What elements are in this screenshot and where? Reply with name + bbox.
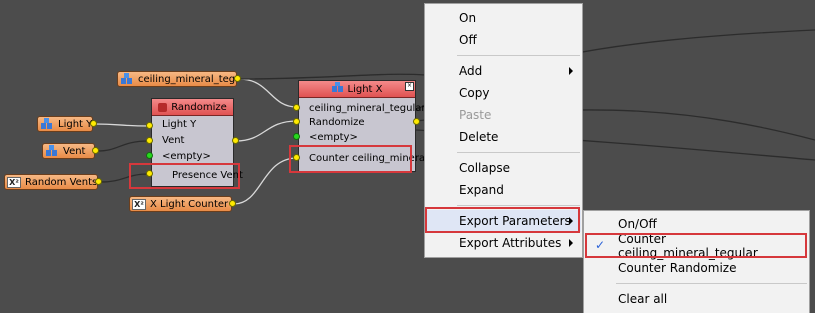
pill-label: ceiling_mineral_teg [138,73,236,85]
menu-item-label: Clear all [618,292,668,306]
export-parameters-submenu: On/Off ✓ Counter ceiling_mineral_tegular … [583,210,810,313]
port-label: ceiling_mineral_tegular [309,103,426,114]
menu-item-add[interactable]: Add [426,60,581,82]
menu-item-label: On [459,11,477,25]
input-port-empty[interactable] [146,152,153,159]
output-port[interactable] [92,147,99,154]
submenu-arrow-icon [569,239,573,247]
highlight-box [129,163,240,189]
pill-label: Random Vents [25,176,98,188]
node-header[interactable]: Randomize [152,99,233,116]
port-label: Randomize [309,117,365,128]
menu-separator [457,152,580,153]
menu-item-label: Counter Randomize [618,261,737,275]
menu-separator [457,205,580,206]
highlight-box [585,233,807,258]
highlight-box [425,207,580,233]
dice-icon [158,102,168,112]
parameter-pill-light-y[interactable]: Light Y [37,116,93,132]
highlight-box [289,145,412,173]
submenu-item-clear-all[interactable]: Clear all [585,288,808,310]
menu-item-export-attributes[interactable]: Export Attributes [426,232,581,254]
node-header[interactable]: Light X [299,81,415,98]
port-label: <empty> [162,151,211,162]
pill-label: Vent [63,145,86,157]
blocks-icon [45,145,59,157]
menu-item-label: On/Off [618,217,657,231]
x2-icon: X² [7,176,21,188]
menu-item-off[interactable]: Off [426,29,581,51]
menu-item-collapse[interactable]: Collapse [426,157,581,179]
menu-item-label: Copy [459,86,490,100]
menu-item-label: Delete [459,130,499,144]
menu-item-label: Expand [459,183,504,197]
menu-item-label: Collapse [459,161,510,175]
input-port[interactable] [146,137,153,144]
input-port[interactable] [146,122,153,129]
output-port[interactable] [95,178,102,185]
menu-item-label: Export Attributes [459,236,562,250]
menu-item-label: Paste [459,108,492,122]
node-title: Randomize [171,101,227,113]
port-label: Vent [162,135,185,146]
blocks-icon [120,73,134,85]
parameter-pill-random-vents[interactable]: X² Random Vents [4,174,98,190]
menu-item-copy[interactable]: Copy [426,82,581,104]
blocks-icon [40,118,54,130]
blocks-icon [331,82,344,96]
output-port[interactable] [232,137,239,144]
menu-item-on[interactable]: On [426,7,581,29]
menu-separator [457,55,580,56]
port-label: <empty> [309,132,358,143]
parameter-pill-vent[interactable]: Vent [42,143,95,159]
menu-separator [616,283,807,284]
output-port[interactable] [229,200,236,207]
menu-item-expand[interactable]: Expand [426,179,581,201]
menu-item-label: Off [459,33,477,47]
node-title: Light X [347,83,383,95]
parameter-pill-ceiling[interactable]: ceiling_mineral_teg [117,71,237,87]
submenu-arrow-icon [569,67,573,75]
output-port[interactable] [234,75,241,82]
output-port[interactable] [413,118,420,125]
menu-item-label: Add [459,64,483,78]
input-port-empty[interactable] [293,133,300,140]
input-port[interactable] [293,118,300,125]
port-label: Light Y [162,119,197,130]
pill-label: Light Y [58,118,93,130]
menu-item-delete[interactable]: Delete [426,126,581,148]
parameter-pill-x-light-counter[interactable]: X² X Light Counter [129,196,232,212]
x2-icon: X² [132,198,146,210]
output-port[interactable] [90,120,97,127]
submenu-item-counter-randomize[interactable]: Counter Randomize [585,257,808,279]
menu-item-paste: Paste [426,104,581,126]
close-icon[interactable]: × [405,82,414,91]
pill-label: X Light Counter [150,198,229,210]
input-port[interactable] [293,104,300,111]
